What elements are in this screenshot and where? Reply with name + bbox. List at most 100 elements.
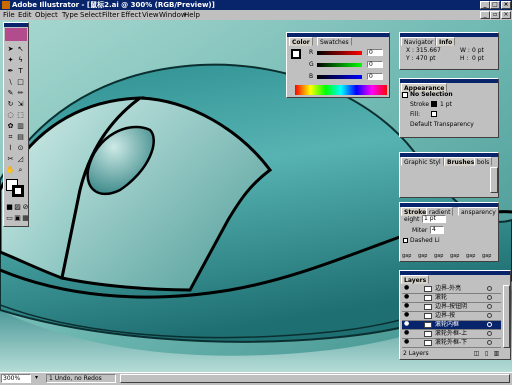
menu-edit[interactable]: Edit — [18, 10, 32, 20]
doc-close-button[interactable]: × — [501, 11, 511, 19]
dash-gap-label-5: gap — [466, 253, 476, 259]
mesh-tool-icon[interactable]: ⌗ — [6, 133, 15, 142]
menu-filter[interactable]: Filter — [102, 10, 119, 20]
target-circle-icon[interactable] — [487, 331, 492, 336]
r-slider[interactable] — [317, 51, 362, 55]
pen-tool-icon[interactable]: ✒ — [6, 67, 15, 76]
pencil-tool-icon[interactable]: ✏ — [16, 89, 25, 98]
layer-row[interactable]: ● 滚轮外框-下 — [402, 339, 501, 348]
color-fill-stroke-icon[interactable] — [291, 49, 301, 59]
menu-effect[interactable]: Effect — [121, 10, 141, 20]
menu-window[interactable]: Window — [159, 10, 187, 20]
stroke-color-swatch[interactable] — [431, 101, 437, 107]
tab-color[interactable]: Color — [289, 37, 313, 46]
layer-row[interactable]: ● 边界-按 — [402, 312, 501, 321]
warp-tool-icon[interactable]: ◌ — [6, 111, 15, 120]
graphic-styles-tabs: Graphic Styl Brushes bols — [400, 157, 498, 166]
maximize-button[interactable]: □ — [490, 1, 500, 9]
magic-wand-tool-icon[interactable]: ✦ — [6, 56, 15, 65]
zoom-dropdown-arrow-icon[interactable]: ▾ — [32, 373, 41, 382]
menu-type[interactable]: Type — [62, 10, 78, 20]
layer-row[interactable]: ● 滚轮 — [402, 294, 501, 303]
none-mode-icon[interactable]: ⊘ — [21, 203, 28, 212]
eye-icon[interactable]: ● — [404, 321, 410, 327]
dash-gap-label-3: gap — [434, 253, 444, 259]
line-tool-icon[interactable]: \ — [6, 78, 15, 87]
eye-icon[interactable]: ● — [404, 312, 410, 318]
b-slider[interactable] — [317, 75, 362, 79]
stroke-tabs: Stroke radient ansparency — [400, 207, 498, 216]
tab-navigator[interactable]: Navigator — [401, 37, 437, 46]
slice-tool-icon[interactable]: ◿ — [16, 155, 25, 164]
new-sublayer-icon[interactable]: ◫ — [472, 349, 481, 358]
target-circle-icon[interactable] — [487, 295, 492, 300]
g-slider[interactable] — [317, 63, 362, 67]
layer-row[interactable]: ● 边界-外亮 — [402, 285, 501, 294]
eye-icon[interactable]: ● — [404, 339, 410, 345]
screen-mode-full-icon[interactable]: ▦ — [21, 214, 28, 223]
zoom-tool-icon[interactable]: ⌕ — [16, 166, 25, 175]
g-value-field[interactable]: 0 — [367, 61, 383, 68]
lasso-tool-icon[interactable]: ϟ — [16, 56, 25, 65]
target-circle-icon[interactable] — [487, 322, 492, 327]
scale-tool-icon[interactable]: ⇲ — [16, 100, 25, 109]
brushes-scrollbar[interactable] — [490, 167, 498, 193]
layer-row[interactable]: ● 滚轮外框-上 — [402, 330, 501, 339]
target-circle-icon[interactable] — [487, 340, 492, 345]
tab-graphic-styles[interactable]: Graphic Styl — [401, 157, 444, 166]
horizontal-scrollbar[interactable] — [120, 374, 510, 383]
layers-scrollbar[interactable] — [503, 285, 510, 348]
free-transform-tool-icon[interactable]: ⬚ — [16, 111, 25, 120]
fill-color-swatch[interactable] — [431, 111, 437, 117]
tab-swatches[interactable]: Swatches — [317, 37, 352, 46]
tab-info[interactable]: Info — [436, 37, 456, 46]
weight-field[interactable]: 1 pt — [422, 215, 446, 223]
blend-tool-icon[interactable]: ⊙ — [16, 144, 25, 153]
menu-file[interactable]: File — [3, 10, 15, 20]
dashed-line-checkbox[interactable] — [403, 238, 408, 243]
menu-object[interactable]: Object — [35, 10, 58, 20]
close-button[interactable]: × — [501, 1, 511, 9]
zoom-field[interactable]: 300% — [1, 374, 31, 383]
paintbrush-tool-icon[interactable]: ✎ — [6, 89, 15, 98]
eye-icon[interactable]: ● — [404, 294, 410, 300]
type-tool-icon[interactable]: T — [16, 67, 25, 76]
b-value-field[interactable]: 0 — [367, 73, 383, 80]
tab-symbols[interactable]: bols — [474, 157, 493, 166]
rotate-tool-icon[interactable]: ↻ — [6, 100, 15, 109]
doc-restore-button[interactable]: ▫ — [490, 11, 500, 19]
direct-selection-tool-icon[interactable]: ↖ — [16, 45, 25, 54]
doc-minimize-button[interactable]: _ — [480, 11, 490, 19]
eye-icon[interactable]: ● — [404, 285, 410, 291]
stroke-swatch[interactable] — [12, 185, 24, 197]
hand-tool-icon[interactable]: ✋ — [6, 166, 15, 175]
selection-tool-icon[interactable]: ➤ — [6, 45, 15, 54]
minimize-button[interactable]: _ — [480, 1, 490, 9]
gradient-tool-icon[interactable]: ▤ — [16, 133, 25, 142]
adobe-flower-logo — [5, 28, 27, 41]
eyedropper-tool-icon[interactable]: ⌇ — [6, 144, 15, 153]
target-circle-icon[interactable] — [487, 304, 492, 309]
r-value-field[interactable]: 0 — [367, 49, 383, 56]
layer-row[interactable]: ● 边界-按钮阴 — [402, 303, 501, 312]
eye-icon[interactable]: ● — [404, 303, 410, 309]
tab-layers[interactable]: Layers — [401, 275, 430, 284]
scissors-tool-icon[interactable]: ✂ — [6, 155, 15, 164]
target-circle-icon[interactable] — [487, 286, 492, 291]
layer-row-selected[interactable]: ● 滚轮内框 — [402, 321, 501, 330]
navigator-tabs: Navigator Info — [400, 37, 498, 46]
tab-transparency[interactable]: ansparency — [458, 207, 498, 216]
graph-tool-icon[interactable]: ▥ — [16, 122, 25, 131]
eye-icon[interactable]: ● — [404, 330, 410, 336]
target-circle-icon[interactable] — [487, 313, 492, 318]
menu-select[interactable]: Select — [80, 10, 102, 20]
menu-help[interactable]: Help — [184, 10, 200, 20]
miter-field[interactable]: 4 — [430, 226, 444, 234]
symbol-sprayer-tool-icon[interactable]: ✿ — [6, 122, 15, 131]
color-spectrum-bar[interactable] — [295, 85, 387, 95]
tab-brushes[interactable]: Brushes — [444, 157, 478, 166]
rectangle-tool-icon[interactable]: □ — [16, 78, 25, 87]
new-layer-icon[interactable]: ▯ — [482, 349, 491, 358]
trash-icon[interactable]: ▥ — [492, 349, 501, 358]
menu-view[interactable]: View — [142, 10, 159, 20]
